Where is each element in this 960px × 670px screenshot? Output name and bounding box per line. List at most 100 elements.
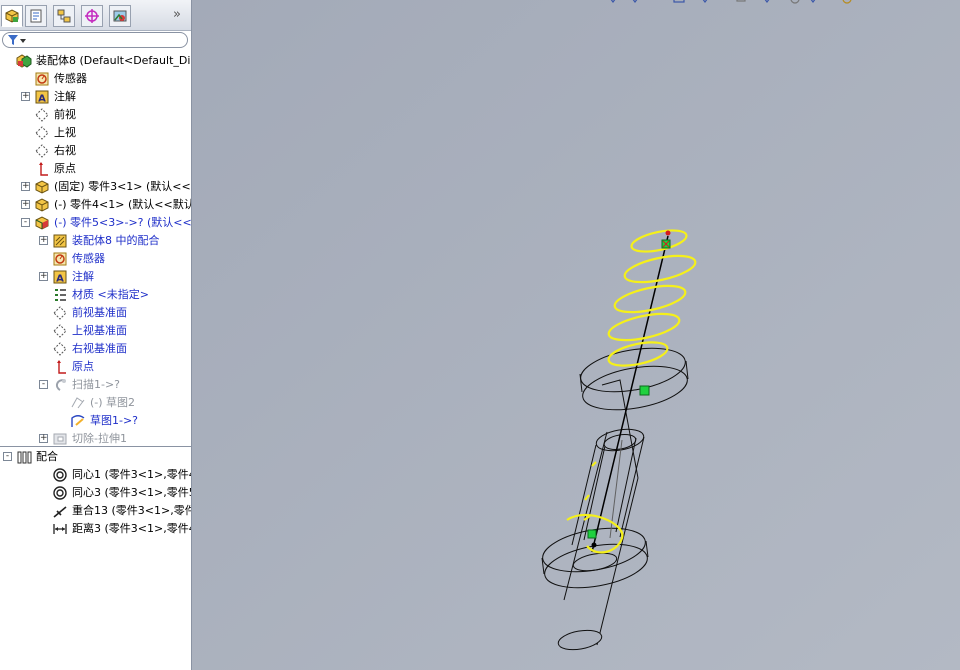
concentric-icon: [53, 468, 67, 482]
tree-item-label: 上视: [54, 126, 76, 139]
expand-button[interactable]: +: [39, 434, 48, 443]
tree-item-label: 注解: [54, 90, 76, 103]
plane-icon: [53, 324, 67, 338]
tab-configuration-manager[interactable]: [53, 5, 75, 27]
tree-item[interactable]: 原点: [0, 358, 191, 376]
plane-icon: [35, 126, 49, 140]
tree-item[interactable]: 传感器: [0, 70, 191, 88]
part-icon: [35, 198, 49, 212]
tree-item[interactable]: 材质 <未指定>: [0, 286, 191, 304]
tree-item-label: 重合13 (零件3<1>,零件5: [72, 504, 191, 517]
tree-item[interactable]: (-) 草图2: [0, 394, 191, 412]
tree-item[interactable]: 上视: [0, 124, 191, 142]
tree-item[interactable]: 草图1->?: [0, 412, 191, 430]
tree-item-label: 装配体8 中的配合: [72, 234, 160, 247]
tree-item[interactable]: + (固定) 零件3<1> (默认<<默: [0, 178, 191, 196]
plane-icon: [53, 306, 67, 320]
tree-item-label: 右视: [54, 144, 76, 157]
tree-item-label: (-) 零件4<1> (默认<<默认>: [54, 198, 191, 211]
tab-dimxpert-manager[interactable]: [81, 5, 103, 27]
tree-item[interactable]: 装配体8 (Default<Default_Di: [0, 52, 191, 70]
collapse-button[interactable]: -: [3, 452, 12, 461]
mates-in-assembly-icon: [53, 234, 67, 248]
feature-manager-icon: [5, 9, 19, 23]
tree-item-label: 同心1 (零件3<1>,零件4<: [72, 468, 191, 481]
tree-item-label: (-) 零件5<3>->? (默认<<默: [54, 216, 191, 229]
tree-item-label: 扫描1->?: [72, 378, 121, 391]
expand-button[interactable]: +: [21, 200, 30, 209]
distance-icon: [53, 524, 67, 534]
tab-property-manager[interactable]: [25, 5, 47, 27]
tree-item[interactable]: + 装配体8 中的配合: [0, 232, 191, 250]
plane-icon: [35, 108, 49, 122]
svg-text:A: A: [56, 274, 64, 285]
tree-item[interactable]: 右视基准面: [0, 340, 191, 358]
tree-item[interactable]: 右视: [0, 142, 191, 160]
tree-item[interactable]: 前视: [0, 106, 191, 124]
collapse-button[interactable]: -: [39, 380, 48, 389]
tree-item[interactable]: - (-) 零件5<3>->? (默认<<默: [0, 214, 191, 232]
manager-tab-bar: »: [0, 0, 191, 31]
tree-item[interactable]: 距离3 (零件3<1>,零件4<: [0, 520, 191, 538]
tree-item[interactable]: 前视基准面: [0, 304, 191, 322]
sketch-active-icon: [71, 415, 85, 427]
tree-item-label: 配合: [36, 450, 58, 463]
more-tabs-button[interactable]: »: [173, 7, 181, 22]
tree-item-label: 草图1->?: [90, 414, 139, 427]
filter-icon: [8, 35, 26, 45]
sketch-icon: [71, 397, 85, 409]
sensor-icon: [53, 252, 67, 266]
expand-button[interactable]: +: [21, 182, 30, 191]
tree-item-label: 同心3 (零件3<1>,零件5<: [72, 486, 191, 499]
tree-item-label: 前视基准面: [72, 306, 127, 319]
tree-item[interactable]: + A 注解: [0, 268, 191, 286]
tree-item[interactable]: - 扫描1->?: [0, 376, 191, 394]
tab-feature-manager[interactable]: [1, 5, 23, 27]
tree-item-label: (固定) 零件3<1> (默认<<默: [54, 180, 191, 193]
viewport-background: [192, 0, 960, 670]
part-edit-icon: [35, 216, 49, 230]
tree-item[interactable]: + (-) 零件4<1> (默认<<默认>: [0, 196, 191, 214]
annotation-icon: A: [35, 90, 49, 105]
tree-item[interactable]: - 配合: [0, 448, 191, 466]
dimxpert-manager-icon: [85, 9, 99, 23]
filter-box[interactable]: [2, 32, 188, 48]
tree-item-label: 传感器: [72, 252, 105, 265]
tree-item[interactable]: 原点: [0, 160, 191, 178]
feature-manager-panel: » 装配体8 (Default<Default_Di 传感器 + A 注解 前视 上视 右视原…: [0, 0, 192, 670]
tree-item[interactable]: 同心1 (零件3<1>,零件4<: [0, 466, 191, 484]
sensor-icon: [35, 72, 49, 86]
property-manager-icon: [30, 9, 42, 23]
expand-button[interactable]: +: [39, 272, 48, 281]
expand-button[interactable]: +: [39, 236, 48, 245]
tree-item-label: 距离3 (零件3<1>,零件4<: [72, 522, 191, 535]
sweep-icon: [55, 379, 66, 391]
tree-item[interactable]: 同心3 (零件3<1>,零件5<: [0, 484, 191, 502]
coincident-icon: [53, 506, 67, 518]
material-icon: [55, 289, 66, 301]
graphics-viewport[interactable]: [192, 0, 960, 670]
tree-item-label: 传感器: [54, 72, 87, 85]
concentric-icon: [53, 486, 67, 500]
tree-item-label: 上视基准面: [72, 324, 127, 337]
tree-item-label: 右视基准面: [72, 342, 127, 355]
tree-item-label: (-) 草图2: [90, 396, 136, 409]
tab-display-manager[interactable]: [109, 5, 131, 27]
tree-item[interactable]: 上视基准面: [0, 322, 191, 340]
mates-icon: [17, 451, 32, 464]
configuration-manager-icon: [57, 9, 71, 23]
plane-icon: [35, 144, 49, 158]
origin-icon: [39, 162, 48, 176]
collapse-button[interactable]: -: [21, 218, 30, 227]
cut-extrude-icon: [53, 433, 67, 445]
tree-item-label: 装配体8 (Default<Default_Di: [36, 54, 191, 67]
tree-item[interactable]: 传感器: [0, 250, 191, 268]
tree-item-label: 前视: [54, 108, 76, 121]
expand-button[interactable]: +: [21, 92, 30, 101]
plane-icon: [53, 342, 67, 356]
tree-item[interactable]: 重合13 (零件3<1>,零件5: [0, 502, 191, 520]
tree-item-label: 注解: [72, 270, 94, 283]
tree-item-label: 原点: [54, 162, 76, 175]
tree-item[interactable]: + A 注解: [0, 88, 191, 106]
assembly-icon: [16, 54, 32, 68]
